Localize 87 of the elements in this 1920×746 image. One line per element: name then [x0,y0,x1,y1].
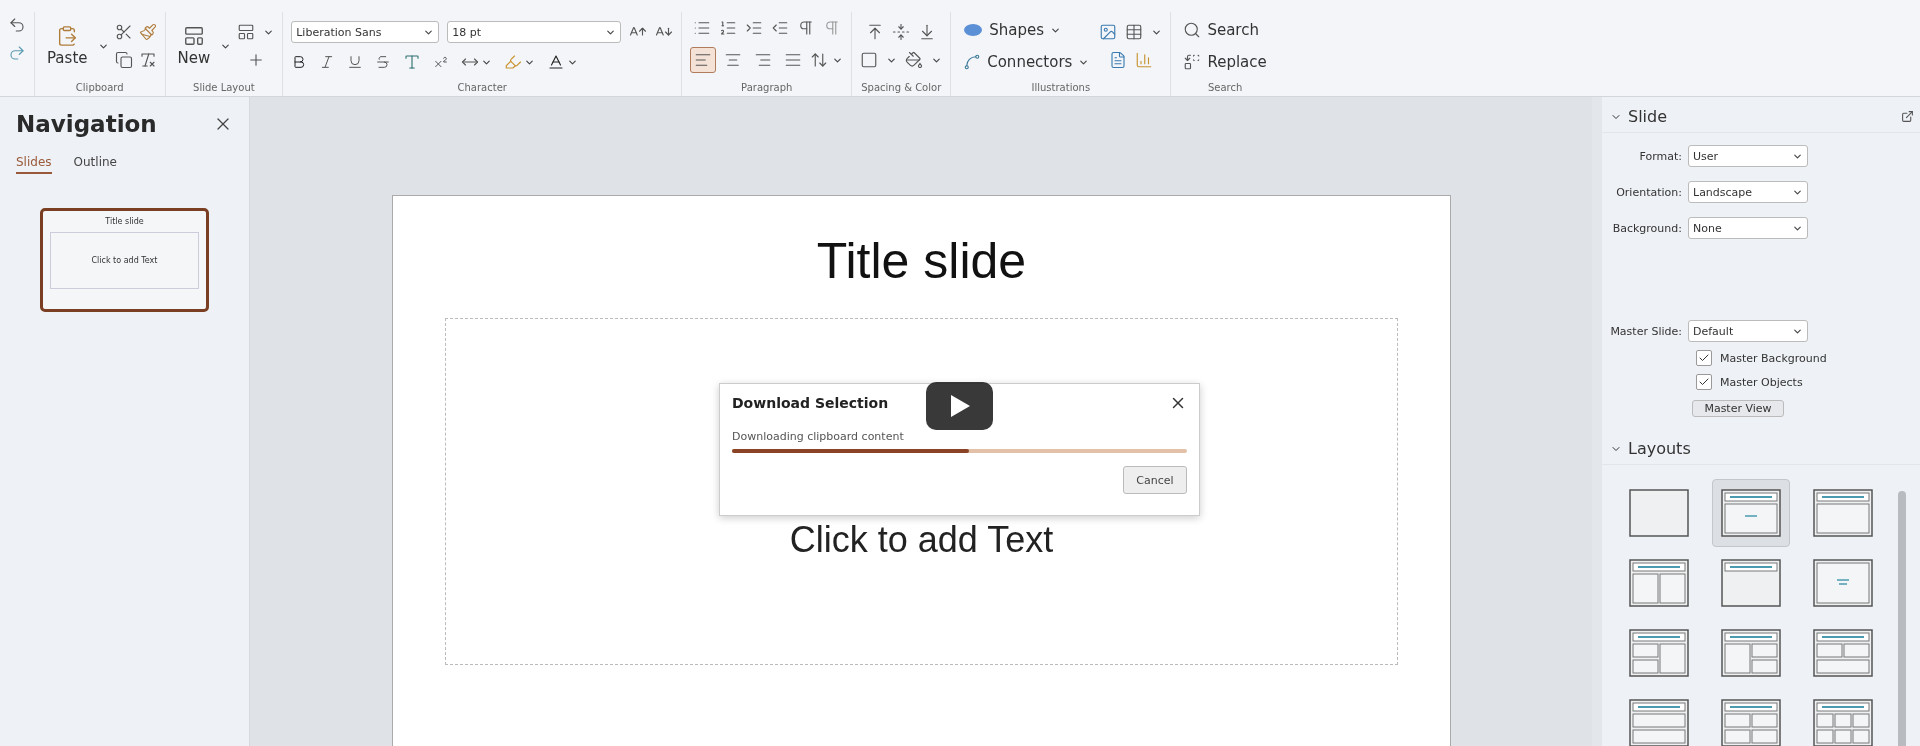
fill-color-icon[interactable] [905,51,924,69]
field-label: Orientation: [1615,185,1682,199]
master-view-button[interactable]: Master View [1692,400,1784,417]
layout-thumbnail-icon [1813,629,1873,677]
dropdown-field[interactable]: Default [1688,320,1808,342]
field-label: Format: [1638,149,1682,163]
section-header[interactable]: Layouts [1610,439,1691,458]
check-icon [1698,376,1710,388]
group-label: Paragraph [740,81,794,95]
paste-button[interactable]: Paste [43,23,92,69]
image-icon[interactable] [1099,23,1118,41]
dropdown-field[interactable]: User [1688,145,1808,167]
table-icon[interactable] [1125,23,1144,41]
layout-thumbnail-icon [1721,559,1781,607]
ellipse-icon [963,23,984,37]
undo-icon[interactable] [8,16,26,34]
new-slide-button[interactable]: New [173,23,215,69]
group-label: Clipboard [74,81,125,95]
panel-tab[interactable]: Outline [73,155,117,174]
checkbox[interactable] [1696,350,1712,366]
replace-icon [1183,53,1202,71]
numbered-list-icon[interactable] [718,19,737,37]
checkbox[interactable] [1696,374,1712,390]
cancel-button[interactable]: Cancel [1123,466,1187,494]
play-icon [948,394,971,418]
checkbox-label: Master Background [1720,351,1827,365]
align-button[interactable] [690,47,717,73]
group-label: Slide Layout [192,81,256,95]
layout-thumbnail-icon [1813,559,1873,607]
dialog-message: Downloading clipboard content [732,430,905,443]
strikethrough-icon[interactable] [375,54,392,70]
group-label: Spacing & Color [860,81,943,95]
layout-thumbnail-icon [1629,489,1689,537]
field-label: Master Slide: [1609,324,1682,338]
placeholder-text: Click to add Text [789,519,1054,561]
checkbox-label: Master Objects [1720,375,1803,389]
shapes-button[interactable]: Shapes [959,19,1065,41]
group-label: Search [1206,81,1244,95]
panel-tab[interactable]: Slides [16,155,52,174]
font-size-field[interactable]: 18 pt [447,21,622,43]
layout-thumbnail-icon [1721,489,1781,537]
clear-formatting-icon[interactable] [138,51,157,69]
layout-option[interactable] [1712,479,1790,547]
connectors-button[interactable]: Connectors [959,51,1094,73]
indent-icon[interactable] [744,19,763,37]
outdent-icon[interactable] [770,19,789,37]
thumbnail-title: Title slide [105,217,144,226]
clipboard-icon [56,25,79,47]
text-box-icon[interactable] [1108,51,1127,69]
alignment-icon [754,51,773,69]
layout-thumbnail-icon [1721,629,1781,677]
paintbrush-icon[interactable] [138,23,157,41]
align-middle-icon[interactable] [892,23,911,41]
dropdown-field[interactable]: None [1688,217,1808,239]
line-spacing-icon[interactable] [810,51,829,69]
play-button[interactable] [926,382,993,430]
dialog-title: Download Selection [732,395,889,411]
copy-icon[interactable] [114,51,133,69]
check-icon [1698,352,1710,364]
cut-icon[interactable] [114,23,133,41]
panel-title: Navigation [16,111,157,137]
slide-title[interactable]: Title slide [816,232,1027,290]
slide-layout-icon [182,25,205,47]
search-button[interactable]: Search [1179,19,1263,41]
alignment-icon [724,51,743,69]
group-label: Character [456,81,508,95]
undock-icon[interactable] [1901,110,1914,123]
dropdown-field[interactable]: Landscape [1688,181,1808,203]
redo-icon[interactable] [8,44,26,62]
connector-icon [963,53,982,71]
layout-icon[interactable] [237,23,256,41]
superscript-icon[interactable] [433,54,450,70]
bullet-list-icon[interactable] [692,19,711,37]
underline-icon[interactable] [347,54,364,70]
alignment-icon [694,51,713,69]
field-label: Background: [1611,221,1682,235]
search-icon [1183,21,1202,39]
layout-thumbnail-icon [1813,489,1873,537]
section-header[interactable]: Slide [1610,107,1668,126]
replace-button[interactable]: Replace [1179,51,1271,73]
group-label: Illustrations [1030,81,1092,95]
thumbnail-text: Click to add Text [91,256,158,265]
font-name-field[interactable]: Liberation Sans [291,21,440,43]
layout-thumbnail-icon [1629,629,1689,677]
slide-thumbnail[interactable]: Title slide Click to add Text [40,208,209,312]
alignment-icon [784,51,803,69]
layout-thumbnail-icon [1629,559,1689,607]
